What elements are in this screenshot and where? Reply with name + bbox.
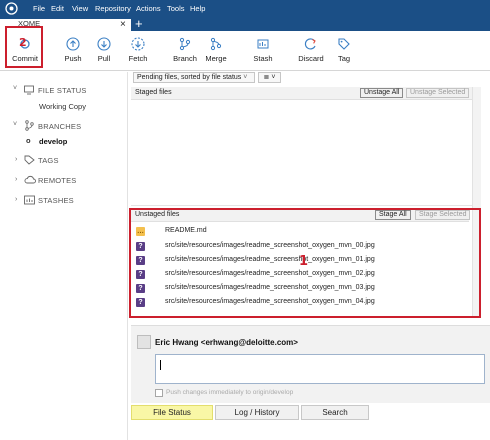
sidebar-section-file-status[interactable]: FILE STATUS [38,86,87,95]
menu-help[interactable]: Help [190,4,205,13]
avatar [137,335,151,349]
tag-icon [24,155,35,165]
sidebar-item-develop[interactable]: develop [39,137,67,146]
bottom-view-tabs: File Status Log / History Search [131,403,490,440]
commit-message-input[interactable] [155,354,485,384]
merge-button[interactable]: Merge [203,31,229,71]
new-tab-button[interactable]: + [135,17,143,31]
push-arrow-up-icon [66,37,80,51]
sort-dropdown-label: Pending files, sorted by file status [137,74,242,81]
commit-message-area: Eric Hwang <erhwang@deloitte.com> Push c… [131,325,490,403]
chevron-right-icon[interactable]: › [15,196,17,203]
chevron-down-icon[interactable]: ˅ [13,85,17,92]
menu-repository[interactable]: Repository [95,4,131,13]
sidebar-section-tags[interactable]: TAGS [38,156,59,165]
menu-bar: File Edit View Repository Actions Tools … [0,0,490,17]
tab-close-icon[interactable]: × [120,20,126,30]
discard-button[interactable]: Discard [296,31,326,71]
discard-label: Discard [298,54,324,63]
pending-files-controls: Pending files, sorted by file status ˅ ≣… [131,72,481,84]
staged-files-list[interactable] [131,100,472,208]
monitor-icon [24,85,34,95]
view-mode-dropdown[interactable]: ≣ ˅ [258,72,281,83]
fetch-label: Fetch [128,54,148,63]
commit-author: Eric Hwang <erhwang@deloitte.com> [155,338,298,347]
toolbar: Commit Push Pull Fetch Branch Merge Stas… [0,31,490,71]
push-immediately-label: Push changes immediately to origin/devel… [166,389,294,396]
menu-file[interactable]: File [33,4,45,13]
sourcetree-logo-icon [5,2,18,15]
branch-button[interactable]: Branch [172,31,198,71]
repo-tab-strip: XOME [0,17,490,31]
discard-icon [304,38,316,50]
stash-icon [24,195,35,205]
current-branch-marker-icon: o [26,136,31,145]
tab-log-history[interactable]: Log / History [215,405,299,420]
tab-search[interactable]: Search [301,405,369,420]
tab-file-status[interactable]: File Status [131,405,213,420]
unstage-all-button[interactable]: Unstage All [360,88,404,98]
branch-icon [179,37,191,51]
panel-splitter[interactable] [131,205,472,206]
push-label: Push [64,54,82,63]
fetch-button[interactable]: Fetch [126,31,150,71]
text-cursor [160,360,161,370]
pull-label: Pull [97,54,111,63]
chevron-right-icon[interactable]: › [15,156,17,163]
push-immediately-checkbox[interactable] [155,389,163,397]
chevron-down-icon[interactable]: ˅ [13,121,17,128]
menu-actions[interactable]: Actions [136,4,161,13]
fetch-icon [131,37,145,51]
menu-tools[interactable]: Tools [167,4,185,13]
stash-icon [257,39,269,49]
sidebar: ˅ FILE STATUS Working Copy ˅ BRANCHES o … [0,72,128,440]
staged-files-header: Staged files Unstage All Unstage Selecte… [131,87,472,100]
tag-button[interactable]: Tag [334,31,354,71]
cloud-icon [24,175,36,184]
annotation-marker-1: 1 [299,254,309,269]
pull-button[interactable]: Pull [92,31,116,71]
menu-view[interactable]: View [72,4,88,13]
stash-button[interactable]: Stash [251,31,275,71]
chevron-right-icon[interactable]: › [15,176,17,183]
merge-label: Merge [205,54,227,63]
unstage-selected-button[interactable]: Unstage Selected [406,88,470,98]
merge-icon [210,37,222,51]
stash-label: Stash [253,54,273,63]
sidebar-section-branches[interactable]: BRANCHES [38,122,81,131]
staged-files-title: Staged files [135,89,172,96]
sort-dropdown[interactable]: Pending files, sorted by file status ˅ [133,72,255,83]
sidebar-section-stashes[interactable]: STASHES [38,196,74,205]
tag-icon [338,38,350,50]
sidebar-section-remotes[interactable]: REMOTES [38,176,77,185]
tag-label: Tag [337,54,351,63]
sidebar-item-working-copy[interactable]: Working Copy [39,102,86,111]
menu-edit[interactable]: Edit [51,4,64,13]
pull-arrow-down-icon [97,37,111,51]
push-button[interactable]: Push [60,31,86,71]
annotation-marker-2: 2 [19,36,27,49]
branch-label: Branch [173,54,197,63]
branch-icon [25,120,34,131]
